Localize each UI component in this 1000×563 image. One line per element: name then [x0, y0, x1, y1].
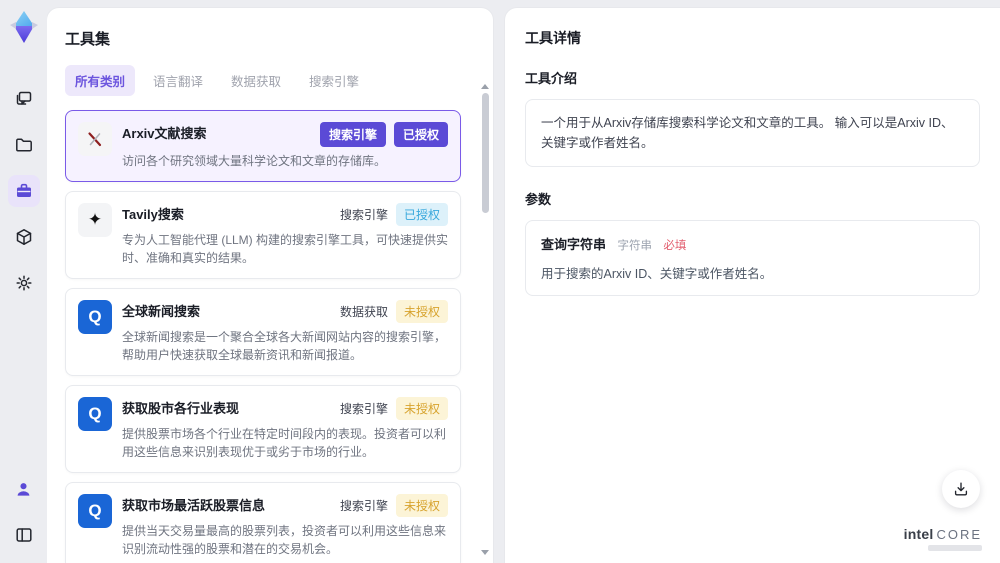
- tool-detail-panel: 工具详情 工具介绍 一个用于从Arxiv存储库搜索科学论文和文章的工具。 输入可…: [505, 8, 1000, 563]
- sidebar-item-packages[interactable]: [8, 221, 40, 253]
- tool-description: 提供当天交易量最高的股票列表，投资者可以利用这些信息来识别流动性强的股票和潜在的…: [122, 524, 447, 556]
- param-required-flag: 必填: [663, 240, 687, 252]
- intro-heading: 工具介绍: [525, 71, 578, 86]
- folder-icon: [15, 138, 32, 152]
- brand-watermark-bar: [928, 545, 982, 551]
- tab-data-fetch[interactable]: 数据获取: [221, 65, 291, 96]
- status-badge: 未授权: [395, 397, 448, 420]
- download-icon: [954, 482, 968, 496]
- intro-card: 一个用于从Arxiv存储库搜索科学论文和文章的工具。 输入可以是Arxiv ID…: [525, 99, 980, 167]
- detail-title: 工具详情: [525, 30, 581, 46]
- package-icon: [16, 229, 31, 245]
- tool-card-most-active-stocks[interactable]: Q 获取市场最活跃股票信息 搜索引擎 未授权 提供当天交易量最高的股票列表，投资…: [65, 482, 461, 563]
- category-label: 搜索引擎: [339, 499, 388, 513]
- intel-core-logo: intel core: [904, 526, 982, 551]
- params-heading: 参数: [525, 192, 552, 207]
- tool-description: 专为人工智能代理 (LLM) 构建的搜索引擎工具，可快速提供实时、准确和真实的结…: [122, 233, 449, 265]
- arxiv-logo-icon: [78, 122, 112, 156]
- tab-language-translation[interactable]: 语言翻译: [143, 65, 213, 96]
- user-icon: [17, 482, 30, 496]
- briefcase-icon: [16, 183, 31, 197]
- param-name: 查询字符串: [541, 237, 607, 252]
- param-header: 查询字符串 字符串 必填: [541, 234, 964, 254]
- category-label: 数据获取: [339, 305, 388, 319]
- blue-q-logo-icon: Q: [78, 494, 112, 528]
- chat-icon: [16, 91, 31, 105]
- page-title: 工具集: [65, 31, 111, 48]
- sparkle-star-icon: ✦: [78, 203, 112, 237]
- category-label: 搜索引擎: [339, 208, 388, 222]
- gear-icon: [15, 275, 32, 291]
- status-badge: 未授权: [395, 494, 448, 517]
- tab-all-categories[interactable]: 所有类别: [65, 65, 136, 96]
- sidebar-item-user[interactable]: [8, 473, 40, 505]
- sidebar-item-settings[interactable]: [8, 267, 40, 299]
- tool-name: 获取市场最活跃股票信息: [122, 498, 266, 513]
- status-badge: 未授权: [395, 300, 448, 323]
- download-button[interactable]: [942, 470, 980, 508]
- status-badge: 已授权: [393, 122, 448, 147]
- category-label: 搜索引擎: [339, 402, 388, 416]
- tool-list-panel: 工具集 所有类别 语言翻译 数据获取 搜索引擎 Arxiv文献搜索 搜索引擎 已…: [47, 8, 493, 563]
- core-logo-text: core: [936, 527, 982, 542]
- scroll-up-arrow-icon[interactable]: [481, 84, 489, 89]
- status-badge: 已授权: [395, 203, 448, 226]
- tool-description: 提供股票市场各个行业在特定时间段内的表现。投资者可以利用这些信息来识别表现优于或…: [122, 427, 447, 459]
- scrollbar-thumb[interactable]: [481, 93, 489, 213]
- param-description: 用于搜索的Arxiv ID、关键字或作者姓名。: [541, 267, 773, 281]
- category-badge: 搜索引擎: [319, 122, 386, 147]
- sidebar-item-chat[interactable]: [8, 83, 40, 115]
- left-icon-rail: [0, 0, 47, 563]
- tool-description: 访问各个研究领域大量科学论文和文章的存储库。: [122, 154, 387, 168]
- sidebar-collapse-button[interactable]: [8, 519, 40, 551]
- sidebar-item-files[interactable]: [8, 129, 40, 161]
- tool-list: Arxiv文献搜索 搜索引擎 已授权 访问各个研究领域大量科学论文和文章的存储库…: [65, 110, 475, 563]
- tool-card-global-news[interactable]: Q 全球新闻搜索 数据获取 未授权 全球新闻搜索是一个聚合全球各大新闻网站内容的…: [65, 288, 461, 376]
- param-card: 查询字符串 字符串 必填 用于搜索的Arxiv ID、关键字或作者姓名。: [525, 220, 980, 296]
- param-type: 字符串: [617, 240, 652, 252]
- tool-name: Arxiv文献搜索: [122, 126, 207, 141]
- tool-description: 全球新闻搜索是一个聚合全球各大新闻网站内容的搜索引擎，帮助用户快速获取全球最新资…: [122, 330, 447, 362]
- list-scrollbar[interactable]: [480, 84, 490, 563]
- blue-q-logo-icon: Q: [78, 397, 112, 431]
- app-logo-icon: [9, 11, 38, 43]
- content-shell: 工具集 所有类别 语言翻译 数据获取 搜索引擎 Arxiv文献搜索 搜索引擎 已…: [47, 8, 1000, 563]
- scroll-down-arrow-icon[interactable]: [481, 550, 489, 555]
- tab-search-engine[interactable]: 搜索引擎: [299, 65, 369, 96]
- tool-card-tavily[interactable]: ✦ Tavily搜索 搜索引擎 已授权 专为人工智能代理 (LLM) 构建的搜索…: [65, 191, 461, 279]
- tool-name: 全球新闻搜索: [122, 304, 201, 319]
- category-tabs: 所有类别 语言翻译 数据获取 搜索引擎: [65, 65, 475, 96]
- collapse-panel-icon: [15, 528, 32, 542]
- tool-card-arxiv[interactable]: Arxiv文献搜索 搜索引擎 已授权 访问各个研究领域大量科学论文和文章的存储库…: [65, 110, 461, 182]
- tool-name: 获取股市各行业表现: [122, 401, 240, 416]
- tool-card-sector-performance[interactable]: Q 获取股市各行业表现 搜索引擎 未授权 提供股票市场各个行业在特定时间段内的表…: [65, 385, 461, 473]
- sidebar-item-toolset[interactable]: [7, 175, 40, 207]
- blue-q-logo-icon: Q: [78, 300, 112, 334]
- intel-logo-text: intel: [903, 526, 934, 542]
- tool-name: Tavily搜索: [122, 207, 184, 222]
